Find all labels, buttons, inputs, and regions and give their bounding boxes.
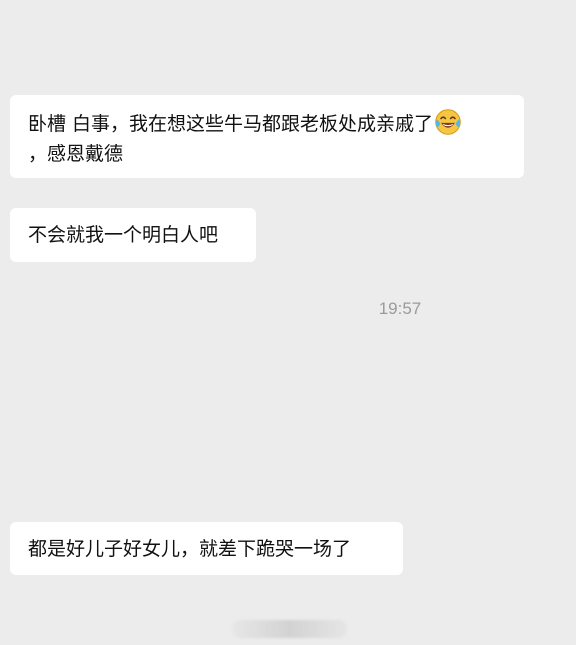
message-bubble[interactable]: 不会就我一个明白人吧 [10,208,256,262]
message-bubble[interactable]: 卧槽 白事，我在想这些牛马都跟老板处成亲戚了 ，感恩戴德 [10,95,524,178]
message-timestamp: 19:57 [378,299,422,318]
message-bubble[interactable]: 都是好儿子好女儿，就差下跪哭一场了 [10,522,403,575]
message-line: 卧槽 白事，我在想这些牛马都跟老板处成亲戚了 [28,108,508,139]
laughing-tears-emoji-icon [435,109,461,135]
blurred-watermark [232,620,347,638]
message-text: 卧槽 白事，我在想这些牛马都跟老板处成亲戚了 [28,113,434,135]
message-line: ，感恩戴德 [28,143,124,165]
message-text: 不会就我一个明白人吧 [28,224,219,246]
message-text: 都是好儿子好女儿，就差下跪哭一场了 [28,538,352,560]
